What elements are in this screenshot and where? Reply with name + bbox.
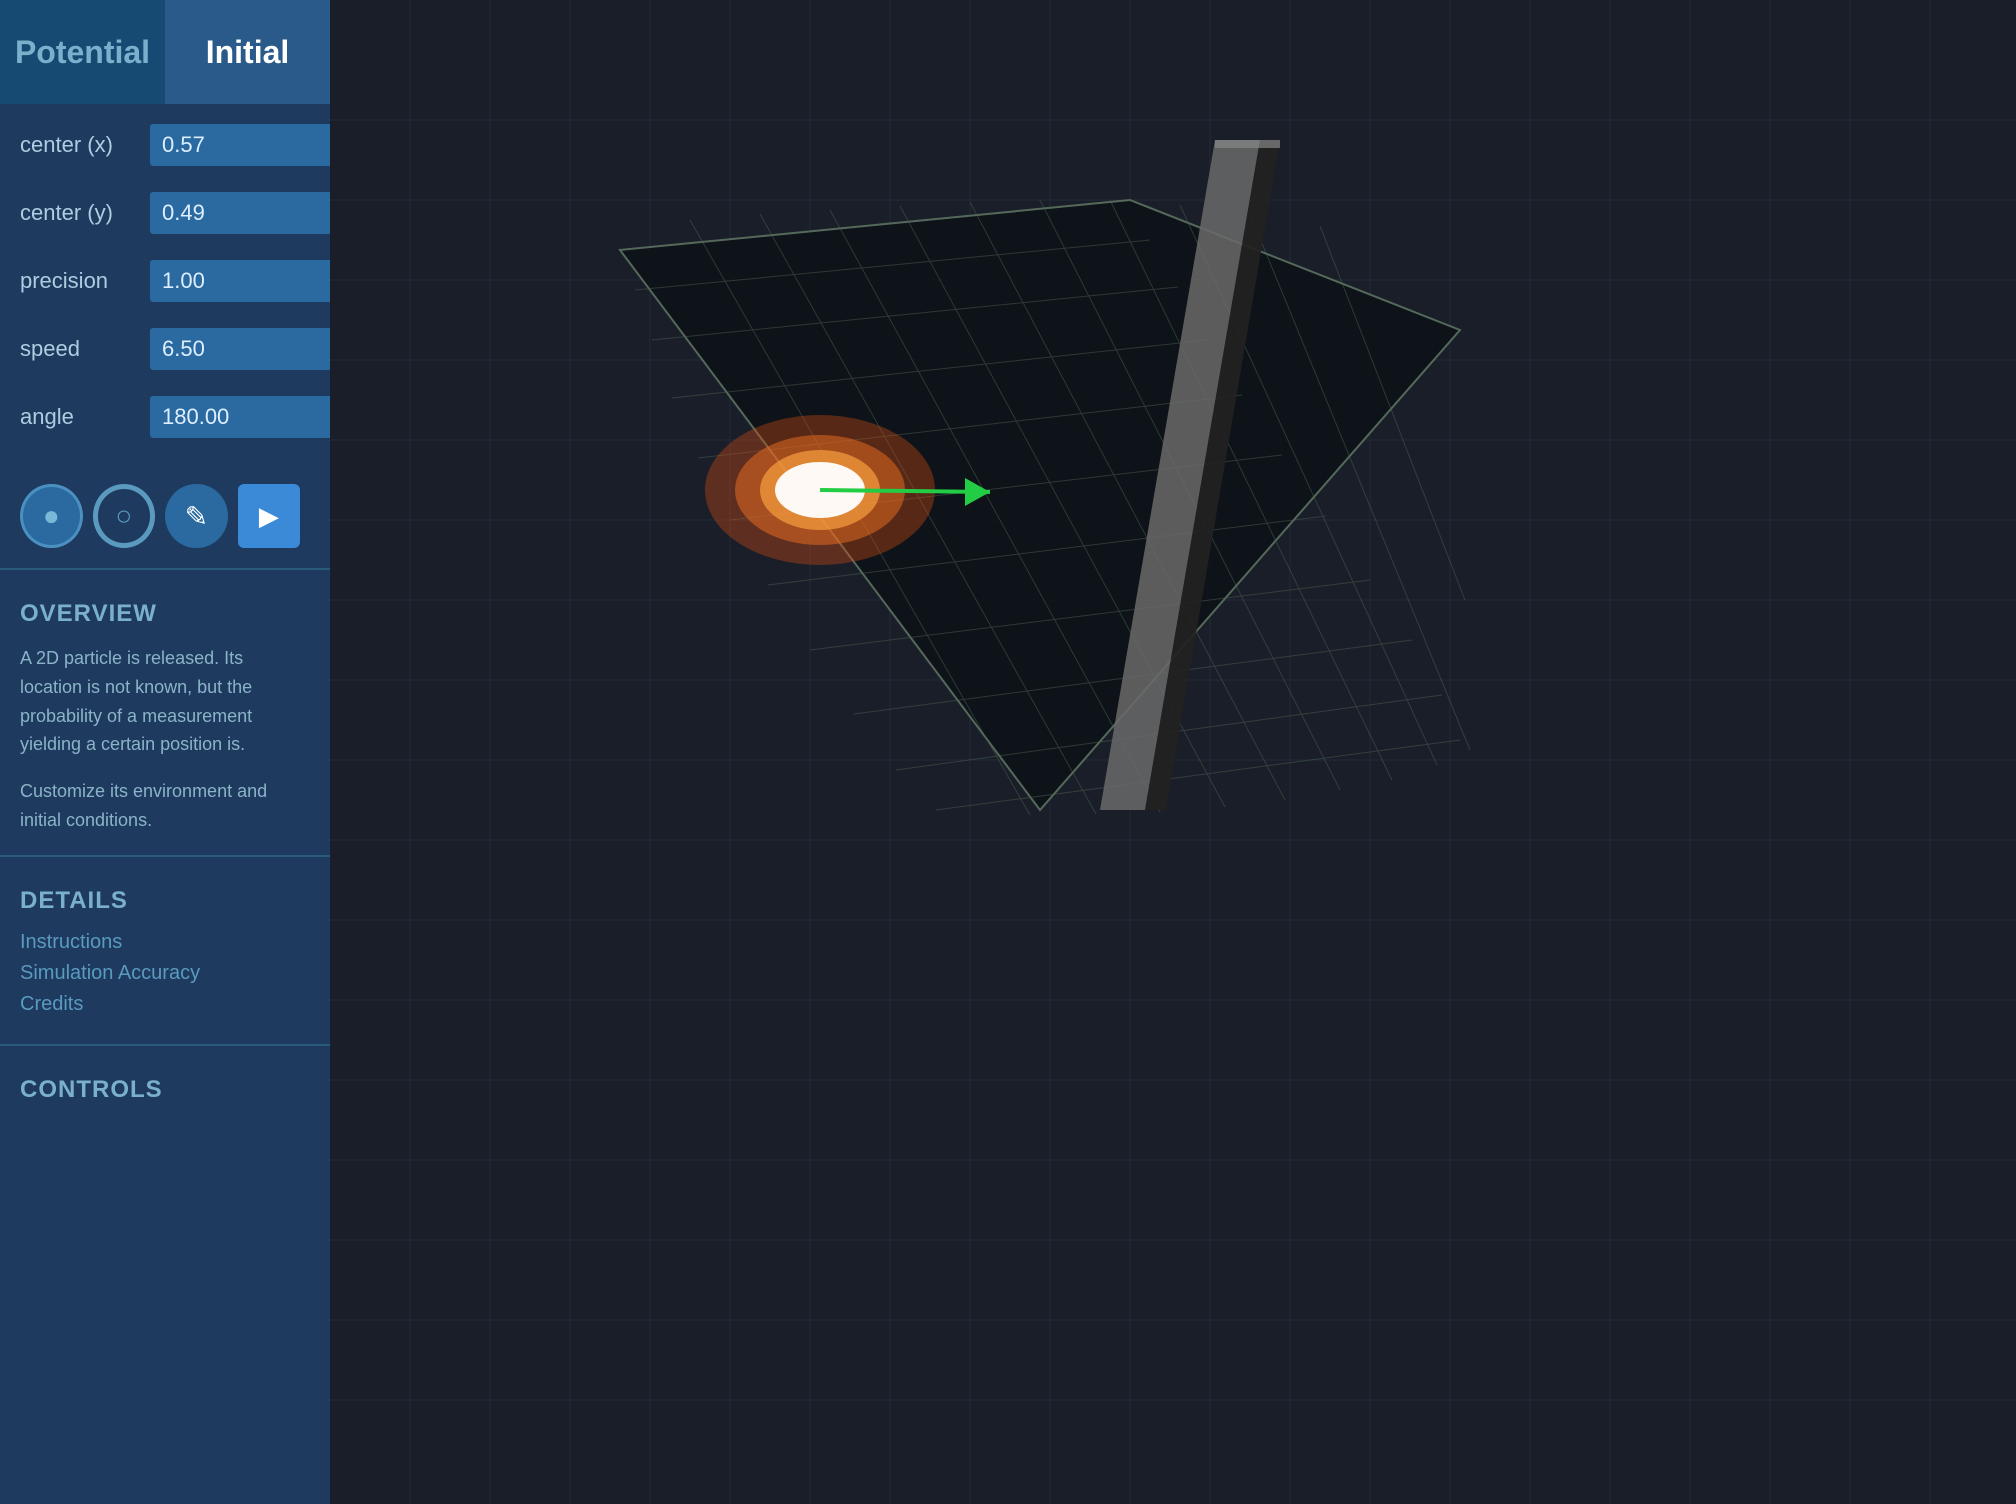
link-credits[interactable]: Credits (20, 993, 310, 1016)
tool-play-button[interactable]: ▶ (238, 484, 300, 548)
param-input-speed[interactable] (150, 328, 330, 370)
param-label-center-y: center (y) (20, 200, 150, 226)
param-input-precision[interactable] (150, 260, 330, 302)
details-section: DETAILS Instructions Simulation Accuracy… (0, 877, 330, 1044)
section-divider-controls (0, 1044, 330, 1046)
toolbar: ● ○ ✎ ▶ (0, 474, 330, 568)
viewport[interactable] (330, 0, 2016, 1504)
section-divider-overview (0, 568, 330, 570)
param-row-center-y: center (y) (20, 192, 310, 234)
circle-ring-icon: ○ (115, 500, 132, 532)
tool-pencil-button[interactable]: ✎ (165, 484, 227, 548)
overview-text1: A 2D particle is released. Its location … (20, 644, 310, 759)
tab-bar: Potential Initial (0, 0, 330, 104)
overview-text2: Customize its environment and initial co… (20, 777, 310, 835)
link-instructions[interactable]: Instructions (20, 931, 310, 954)
param-row-center-x: center (x) (20, 124, 310, 166)
circle-filled-icon: ● (43, 500, 60, 532)
param-row-speed: speed (20, 328, 310, 370)
param-label-angle: angle (20, 404, 150, 430)
param-input-angle[interactable] (150, 396, 330, 438)
tab-initial-label: Initial (206, 34, 290, 71)
play-icon: ▶ (259, 501, 279, 532)
link-simulation-accuracy[interactable]: Simulation Accuracy (20, 962, 310, 985)
params-section: center (x) center (y) precision speed an… (0, 104, 330, 474)
details-title: DETAILS (20, 887, 310, 915)
overview-section: OVERVIEW A 2D particle is released. Its … (0, 590, 330, 855)
tab-initial[interactable]: Initial (165, 0, 330, 104)
tool-circle-filled-button[interactable]: ● (20, 484, 83, 548)
param-label-precision: precision (20, 268, 150, 294)
scene-canvas (330, 0, 2016, 1504)
controls-title: CONTROLS (20, 1076, 310, 1104)
param-label-center-x: center (x) (20, 132, 150, 158)
sidebar: Potential Initial center (x) center (y) … (0, 0, 330, 1504)
param-label-speed: speed (20, 336, 150, 362)
tool-circle-ring-button[interactable]: ○ (93, 484, 156, 548)
controls-section: CONTROLS (0, 1066, 330, 1140)
tab-potential[interactable]: Potential (0, 0, 165, 104)
section-divider-details (0, 855, 330, 857)
param-row-precision: precision (20, 260, 310, 302)
param-input-center-y[interactable] (150, 192, 330, 234)
pencil-icon: ✎ (185, 500, 208, 533)
param-row-angle: angle (20, 396, 310, 438)
param-input-center-x[interactable] (150, 124, 330, 166)
overview-title: OVERVIEW (20, 600, 310, 628)
tab-potential-label: Potential (15, 34, 150, 71)
